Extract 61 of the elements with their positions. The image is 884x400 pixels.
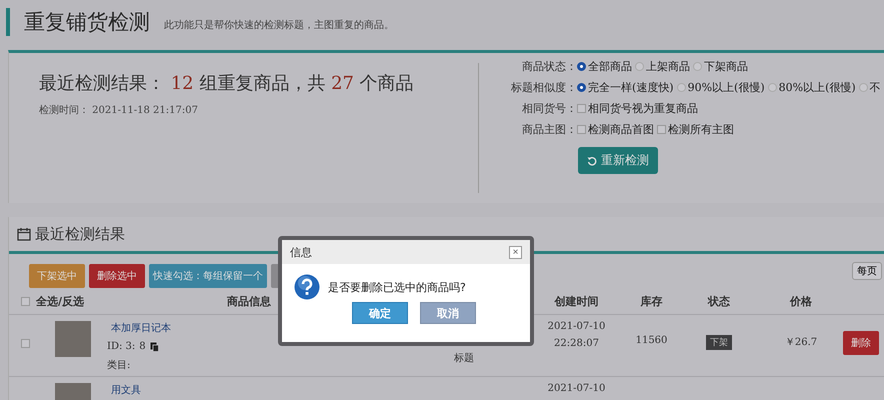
stock-value: 11560 — [634, 335, 668, 346]
column-header: 库存 — [640, 294, 664, 308]
radio-button[interactable] — [577, 62, 586, 71]
column-header: 状态 — [706, 294, 731, 308]
setting-label: 相同货号： — [521, 101, 577, 116]
column-header: 商品信息 — [226, 294, 272, 308]
detection-summary: 最近检测结果： 12 组重复商品，共 27 个商品 — [39, 72, 415, 95]
product-title-link[interactable]: 本加厚日记本 — [107, 321, 171, 335]
created-date: 2021-07-10 — [548, 383, 606, 394]
calendar-icon — [17, 227, 31, 241]
page-subtitle: 此功能只是帮你快速的检测标题，主图重复的商品。 — [164, 18, 394, 32]
option-label[interactable]: 全部商品 — [588, 59, 632, 74]
close-button[interactable]: × — [509, 246, 522, 258]
radio-button[interactable] — [858, 83, 868, 92]
dialog-title: 信息 — [290, 244, 312, 260]
option-label[interactable]: 上架商品 — [646, 59, 690, 74]
radio-button[interactable] — [768, 83, 777, 92]
action-button[interactable]: 删除选中 — [89, 264, 145, 288]
option-label[interactable]: 90%以上(很慢) — [688, 80, 765, 95]
checkbox[interactable] — [577, 104, 586, 113]
radio-button[interactable] — [577, 83, 586, 92]
select-all-label[interactable]: 全选/反选 — [36, 294, 84, 308]
option-label[interactable]: 不 — [870, 80, 881, 95]
price-value: ￥26.7 — [784, 336, 818, 349]
product-title-link[interactable]: 用文具 — [107, 383, 141, 397]
checkbox[interactable] — [21, 339, 30, 348]
category-label: 类目: — [107, 358, 132, 372]
setting-label: 商品主图： — [521, 122, 577, 137]
product-id: ID: 3: — [107, 341, 136, 352]
option-label[interactable]: 完全一样(速度快) — [588, 80, 674, 95]
refresh-icon — [587, 156, 597, 166]
status-tag: 下架 — [706, 335, 732, 350]
setting-label: 标题相似度： — [510, 80, 577, 95]
dialog-message: 是否要删除已选中的商品吗? — [328, 280, 466, 294]
checkbox[interactable] — [21, 296, 30, 306]
results-title: 最近检测结果 — [35, 224, 125, 244]
option-label[interactable]: 下架商品 — [704, 59, 748, 74]
match-type: 标题 — [453, 352, 475, 365]
detection-time: 检测时间： 2021-11-18 21:17:07 — [39, 104, 199, 117]
setting-label: 商品状态： — [521, 59, 577, 74]
option-label[interactable]: 检测所有主图 — [668, 122, 734, 137]
copy-icon — [150, 342, 159, 352]
photo-placeholder — [55, 321, 91, 357]
radio-button[interactable] — [693, 62, 702, 71]
product-id: 8 — [139, 341, 146, 352]
delete-button[interactable]: 删除 — [843, 331, 879, 355]
column-header: 价格 — [788, 294, 813, 308]
column-header: 创建时间 — [553, 294, 600, 308]
checkbox[interactable] — [657, 125, 666, 134]
radio-button[interactable] — [676, 83, 686, 92]
question-icon — [294, 274, 320, 300]
recheck-button[interactable]: 重新检测 — [578, 147, 658, 174]
checkbox[interactable] — [577, 125, 586, 134]
option-label[interactable]: 相同货号视为重复商品 — [588, 101, 698, 116]
created-time: 22:28:07 — [554, 338, 599, 349]
page-size-button[interactable]: 每页 — [852, 262, 882, 280]
radio-button[interactable] — [635, 62, 644, 71]
created-date: 2021-07-10 — [548, 321, 606, 332]
option-label[interactable]: 检测商品首图 — [588, 122, 654, 137]
page-title: 重复铺货检测 — [6, 8, 150, 36]
option-label[interactable]: 80%以上(很慢) — [778, 80, 856, 95]
